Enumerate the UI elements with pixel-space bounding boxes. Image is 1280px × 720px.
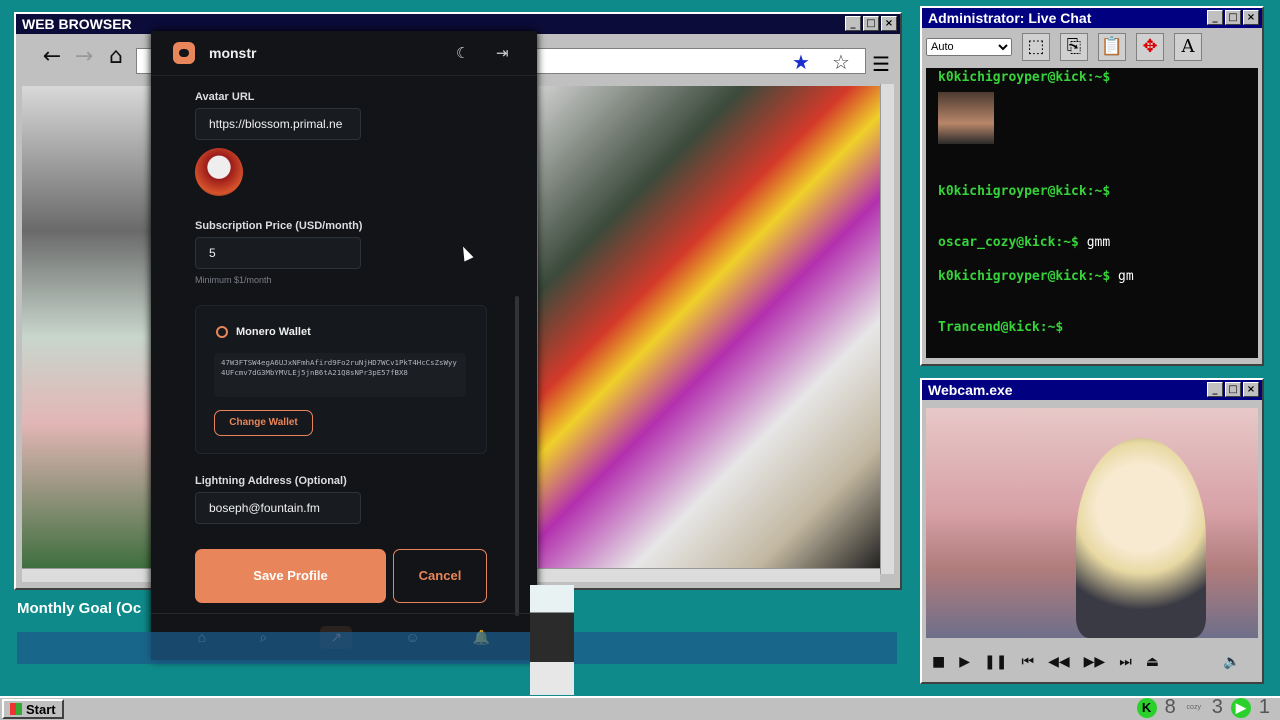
maximize-button[interactable]: □ bbox=[1225, 10, 1241, 25]
media-controls: ■ ▶ ❚❚ ⏮ ◀◀ ▶▶ ⏭ ⏏ 🔈 bbox=[932, 652, 1252, 672]
back-icon[interactable]: ← bbox=[40, 44, 64, 69]
close-button[interactable]: × bbox=[881, 16, 897, 31]
minimize-button[interactable]: _ bbox=[1207, 10, 1223, 25]
volume-icon[interactable]: 🔈 bbox=[1223, 654, 1240, 670]
save-profile-button[interactable]: Save Profile bbox=[195, 549, 386, 603]
favorites-icon[interactable]: ☆ bbox=[832, 50, 850, 74]
page-artwork-right bbox=[538, 86, 880, 568]
chat-line: Trancend@kick:~$ bbox=[938, 320, 1064, 335]
monstr-app: monstr ☾ ⇥ Avatar URL https://blossom.pr… bbox=[151, 31, 537, 660]
bookmark-star-icon[interactable]: ★ bbox=[792, 50, 810, 74]
app-header: monstr ☾ ⇥ bbox=[151, 31, 537, 76]
avatar-url-input[interactable]: https://blossom.primal.ne bbox=[195, 108, 361, 140]
chat-toolbar: Auto ⬚ ⎘ 📋 ✥ A bbox=[922, 28, 1262, 66]
forward-icon[interactable]: → bbox=[72, 44, 96, 69]
eject-icon[interactable]: ⏏ bbox=[1146, 654, 1159, 670]
webcam-title: Webcam.exe bbox=[928, 382, 1013, 398]
font-icon[interactable]: A bbox=[1174, 33, 1202, 61]
chat-line: k0kichigroyper@kick:~$ bbox=[938, 184, 1111, 199]
close-button[interactable]: × bbox=[1243, 10, 1259, 25]
wallet-title: Monero Wallet bbox=[216, 326, 311, 338]
webcam-titlebar: Webcam.exe _ □ × bbox=[922, 380, 1262, 400]
monstr-logo-icon bbox=[173, 42, 195, 64]
chat-user-avatar bbox=[938, 92, 994, 144]
chat-line: oscar_cozy@kick:~$ gmm bbox=[938, 235, 1111, 250]
minimize-button[interactable]: _ bbox=[1207, 382, 1223, 397]
copy-icon[interactable]: ⎘ bbox=[1060, 33, 1088, 61]
paste-icon[interactable]: 📋 bbox=[1098, 33, 1126, 61]
cancel-button[interactable]: Cancel bbox=[393, 549, 487, 603]
menu-icon[interactable]: ☰ bbox=[872, 52, 890, 76]
play-icon[interactable]: ▶ bbox=[959, 654, 970, 670]
chat-line: k0kichigroyper@kick:~$ gm bbox=[938, 269, 1134, 284]
cozy-icon: cozy bbox=[1186, 703, 1201, 711]
skip-forward-icon[interactable]: ⏭ bbox=[1119, 654, 1132, 670]
last-count: 1 bbox=[1258, 696, 1270, 718]
taskbar: Start K 8 cozy 3 ▶ 1 bbox=[0, 696, 1280, 720]
subscription-price-input[interactable]: 5 bbox=[195, 237, 361, 269]
pause-icon[interactable]: ❚❚ bbox=[984, 654, 1007, 670]
app-scrollbar[interactable] bbox=[515, 296, 519, 616]
logout-icon[interactable]: ⇥ bbox=[496, 44, 509, 62]
home-icon[interactable]: ⌂ bbox=[104, 44, 128, 69]
pixel-character-sprite bbox=[530, 585, 574, 695]
monthly-goal-bar bbox=[17, 632, 897, 664]
system-tray: K 8 cozy 3 ▶ 1 bbox=[1136, 696, 1270, 719]
rewind-icon[interactable]: ◀◀ bbox=[1048, 654, 1070, 670]
minimize-button[interactable]: _ bbox=[845, 16, 861, 31]
lightning-address-label: Lightning Address (Optional) bbox=[195, 475, 347, 487]
page-artwork-left bbox=[22, 86, 154, 568]
webcam-window: Webcam.exe _ □ × ■ ▶ ❚❚ ⏮ ◀◀ ▶▶ ⏭ ⏏ 🔈 bbox=[920, 378, 1264, 684]
browser-vertical-scrollbar[interactable] bbox=[880, 84, 894, 574]
kick-icon: K bbox=[1136, 697, 1157, 718]
change-wallet-button[interactable]: Change Wallet bbox=[214, 410, 313, 436]
subscription-price-label: Subscription Price (USD/month) bbox=[195, 220, 363, 232]
kick-count: 8 bbox=[1164, 696, 1176, 718]
wallet-address: 47W3FTSW4egA6UJxNFmhAfird9Fo2ruNjHD7WCv1… bbox=[214, 353, 466, 397]
fast-forward-icon[interactable]: ▶▶ bbox=[1084, 654, 1106, 670]
maximize-button[interactable]: □ bbox=[863, 16, 879, 31]
webcam-feed bbox=[926, 408, 1258, 638]
windows-logo-icon bbox=[10, 703, 22, 715]
monero-icon bbox=[216, 326, 228, 338]
price-hint: Minimum $1/month bbox=[195, 275, 272, 285]
app-name: monstr bbox=[209, 45, 257, 61]
maximize-button[interactable]: □ bbox=[1225, 382, 1241, 397]
live-chat-window: Administrator: Live Chat _ □ × Auto ⬚ ⎘ 📋 … bbox=[920, 6, 1264, 366]
play-count: 3 bbox=[1211, 696, 1223, 718]
browser-title: WEB BROWSER bbox=[22, 16, 132, 32]
close-button[interactable]: × bbox=[1243, 382, 1259, 397]
dark-mode-icon[interactable]: ☾ bbox=[456, 44, 469, 62]
play-badge-icon: ▶ bbox=[1230, 697, 1251, 718]
chat-line: k0kichigroyper@kick:~$ bbox=[938, 70, 1111, 85]
chat-log: k0kichigroyper@kick:~$ k0kichigroyper@ki… bbox=[926, 68, 1258, 358]
monero-wallet-card: Monero Wallet 47W3FTSW4egA6UJxNFmhAfird9… bbox=[195, 305, 487, 454]
zoom-select[interactable]: Auto bbox=[926, 38, 1012, 56]
move-icon[interactable]: ✥ bbox=[1136, 33, 1164, 61]
avatar-preview bbox=[195, 148, 243, 196]
chat-title: Administrator: Live Chat bbox=[928, 10, 1092, 26]
start-button[interactable]: Start bbox=[2, 699, 64, 719]
avatar-url-label: Avatar URL bbox=[195, 91, 255, 103]
chat-titlebar: Administrator: Live Chat _ □ × bbox=[922, 8, 1262, 28]
monthly-goal-label: Monthly Goal (Oc bbox=[17, 600, 142, 617]
lightning-address-input[interactable]: boseph@fountain.fm bbox=[195, 492, 361, 524]
select-icon[interactable]: ⬚ bbox=[1022, 33, 1050, 61]
stop-icon[interactable]: ■ bbox=[932, 654, 945, 670]
skip-back-icon[interactable]: ⏮ bbox=[1021, 654, 1034, 670]
